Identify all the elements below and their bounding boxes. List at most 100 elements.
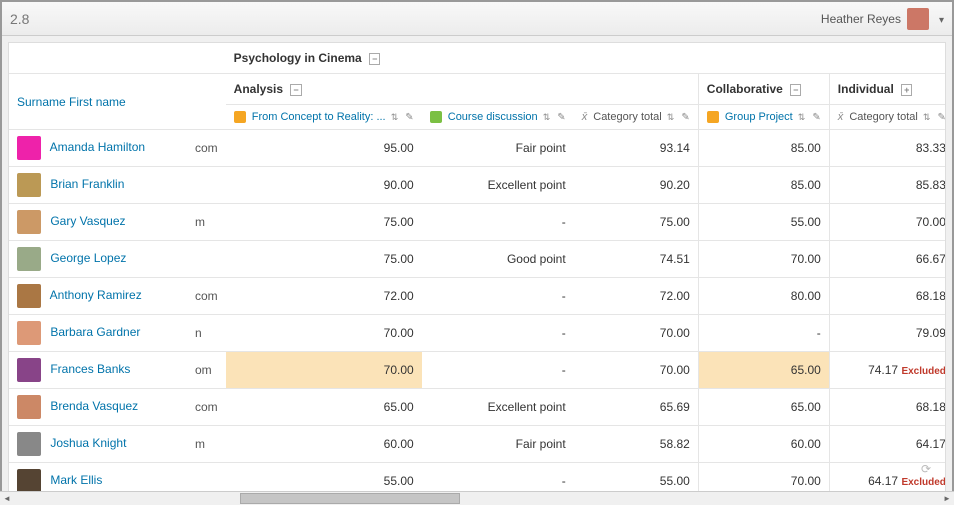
edit-icon[interactable]: ✎ bbox=[938, 112, 946, 123]
grade-cell[interactable]: 70.00 bbox=[226, 315, 422, 352]
grade-cell[interactable]: Good point bbox=[422, 241, 574, 278]
grade-cell[interactable]: 85.00 bbox=[698, 167, 829, 204]
grade-cell[interactable]: 65.00 bbox=[698, 352, 829, 389]
grade-cell[interactable]: 64.17 bbox=[829, 426, 946, 463]
sort-icon[interactable]: ⇅ bbox=[543, 112, 551, 122]
student-name-link[interactable]: Amanda Hamilton bbox=[50, 140, 145, 154]
col-group-project-link[interactable]: Group Project bbox=[725, 111, 793, 123]
student-name-cell: Barbara Gardner bbox=[9, 315, 187, 352]
student-name-cell: Gary Vasquez bbox=[9, 204, 187, 241]
collapse-icon[interactable]: − bbox=[290, 84, 301, 96]
grade-cell[interactable]: Excellent point bbox=[422, 389, 574, 426]
student-email-cell: com bbox=[187, 278, 226, 315]
grade-cell[interactable]: 95.00 bbox=[226, 130, 422, 167]
student-email-cell: om bbox=[187, 352, 226, 389]
user-name: Heather Reyes bbox=[821, 12, 901, 26]
grade-cell[interactable]: 66.67 bbox=[829, 241, 946, 278]
grade-cell[interactable]: 58.82 bbox=[574, 426, 699, 463]
student-avatar-icon bbox=[17, 321, 41, 345]
student-avatar-icon bbox=[17, 432, 41, 456]
student-name-link[interactable]: Frances Banks bbox=[50, 362, 130, 376]
grade-cell[interactable]: 70.00 bbox=[829, 204, 946, 241]
grade-cell[interactable]: Fair point bbox=[422, 130, 574, 167]
student-avatar-icon bbox=[17, 136, 41, 160]
edit-icon[interactable]: ✎ bbox=[557, 112, 565, 123]
refresh-icon[interactable]: ⟳ bbox=[921, 462, 937, 478]
grade-cell[interactable]: 90.20 bbox=[574, 167, 699, 204]
grade-cell[interactable]: 79.09 bbox=[829, 315, 946, 352]
grade-cell[interactable]: 60.00 bbox=[698, 426, 829, 463]
grade-cell[interactable]: 85.00 bbox=[698, 130, 829, 167]
edit-icon[interactable]: ✎ bbox=[681, 112, 689, 123]
grade-cell[interactable]: 90.00 bbox=[226, 167, 422, 204]
version-label: 2.8 bbox=[10, 11, 29, 27]
student-name-link[interactable]: Brenda Vasquez bbox=[50, 399, 138, 413]
student-email-cell: com bbox=[187, 389, 226, 426]
col-discussion-link[interactable]: Course discussion bbox=[448, 111, 538, 123]
grade-cell[interactable]: 65.00 bbox=[226, 389, 422, 426]
grade-cell[interactable]: - bbox=[422, 315, 574, 352]
chevron-down-icon bbox=[935, 12, 944, 26]
grade-cell[interactable]: 75.00 bbox=[574, 204, 699, 241]
sort-firstname-link[interactable]: First name bbox=[69, 95, 126, 109]
grade-cell[interactable]: 65.00 bbox=[698, 389, 829, 426]
edit-icon[interactable]: ✎ bbox=[812, 112, 820, 123]
grade-cell[interactable]: 75.00 bbox=[226, 241, 422, 278]
student-avatar-icon bbox=[17, 210, 41, 234]
group-individual: Individual + bbox=[829, 74, 946, 105]
grade-cell[interactable]: 80.00 bbox=[698, 278, 829, 315]
collapse-icon[interactable]: + bbox=[901, 84, 912, 96]
grade-cell[interactable]: 72.00 bbox=[226, 278, 422, 315]
calc-icon bbox=[582, 111, 591, 123]
table-row: Joshua Knight m 60.00 Fair point 58.82 6… bbox=[9, 426, 946, 463]
student-name-link[interactable]: Anthony Ramirez bbox=[50, 288, 142, 302]
sort-surname-link[interactable]: Surname bbox=[17, 95, 66, 109]
grade-cell[interactable]: Fair point bbox=[422, 426, 574, 463]
grade-cell[interactable]: 85.83 bbox=[829, 167, 946, 204]
grade-cell[interactable]: 70.00 bbox=[698, 241, 829, 278]
grade-cell[interactable]: - bbox=[422, 352, 574, 389]
scroll-right-icon[interactable]: ► bbox=[940, 492, 954, 505]
student-name-link[interactable]: Joshua Knight bbox=[50, 436, 126, 450]
collapse-icon[interactable]: − bbox=[369, 53, 380, 65]
grade-cell[interactable]: 70.00 bbox=[226, 352, 422, 389]
col-concept-link[interactable]: From Concept to Reality: ... bbox=[252, 111, 386, 123]
grade-cell[interactable]: 65.69 bbox=[574, 389, 699, 426]
col-discussion: Course discussion ⇅ ✎ bbox=[422, 105, 574, 130]
user-menu[interactable]: Heather Reyes bbox=[821, 8, 944, 30]
grade-cell[interactable]: 68.18 bbox=[829, 278, 946, 315]
grade-cell[interactable]: - bbox=[698, 315, 829, 352]
student-email-cell bbox=[187, 167, 226, 204]
horizontal-scrollbar[interactable]: ◄ ► bbox=[0, 491, 954, 505]
table-row: George Lopez 75.00 Good point 74.51 70.0… bbox=[9, 241, 946, 278]
student-name-link[interactable]: Brian Franklin bbox=[50, 177, 124, 191]
grade-cell[interactable]: 55.00 bbox=[698, 204, 829, 241]
grade-cell[interactable]: - bbox=[422, 204, 574, 241]
sort-icon[interactable]: ⇅ bbox=[667, 112, 675, 122]
student-name-cell: George Lopez bbox=[9, 241, 187, 278]
edit-icon[interactable]: ✎ bbox=[405, 112, 413, 123]
student-name-link[interactable]: Mark Ellis bbox=[50, 473, 102, 487]
sort-icon[interactable]: ⇅ bbox=[798, 112, 806, 122]
collapse-icon[interactable]: − bbox=[790, 84, 801, 96]
student-name-link[interactable]: Gary Vasquez bbox=[50, 214, 125, 228]
grade-cell[interactable]: 74.17 Excluded bbox=[829, 352, 946, 389]
grade-cell[interactable]: 60.00 bbox=[226, 426, 422, 463]
scroll-thumb[interactable] bbox=[240, 493, 460, 504]
student-name-link[interactable]: Barbara Gardner bbox=[50, 325, 140, 339]
grade-cell[interactable]: 93.14 bbox=[574, 130, 699, 167]
grade-cell[interactable]: 68.18 bbox=[829, 389, 946, 426]
grade-cell[interactable]: 70.00 bbox=[574, 315, 699, 352]
grade-cell[interactable]: 70.00 bbox=[574, 352, 699, 389]
student-email-cell: m bbox=[187, 204, 226, 241]
grade-cell[interactable]: 72.00 bbox=[574, 278, 699, 315]
grade-cell[interactable]: 83.33 bbox=[829, 130, 946, 167]
grade-cell[interactable]: - bbox=[422, 278, 574, 315]
scroll-left-icon[interactable]: ◄ bbox=[0, 492, 14, 505]
grade-cell[interactable]: 74.51 bbox=[574, 241, 699, 278]
grade-cell[interactable]: 75.00 bbox=[226, 204, 422, 241]
sort-icon[interactable]: ⇅ bbox=[923, 112, 931, 122]
sort-icon[interactable]: ⇅ bbox=[391, 112, 399, 122]
student-name-link[interactable]: George Lopez bbox=[50, 251, 126, 265]
grade-cell[interactable]: Excellent point bbox=[422, 167, 574, 204]
